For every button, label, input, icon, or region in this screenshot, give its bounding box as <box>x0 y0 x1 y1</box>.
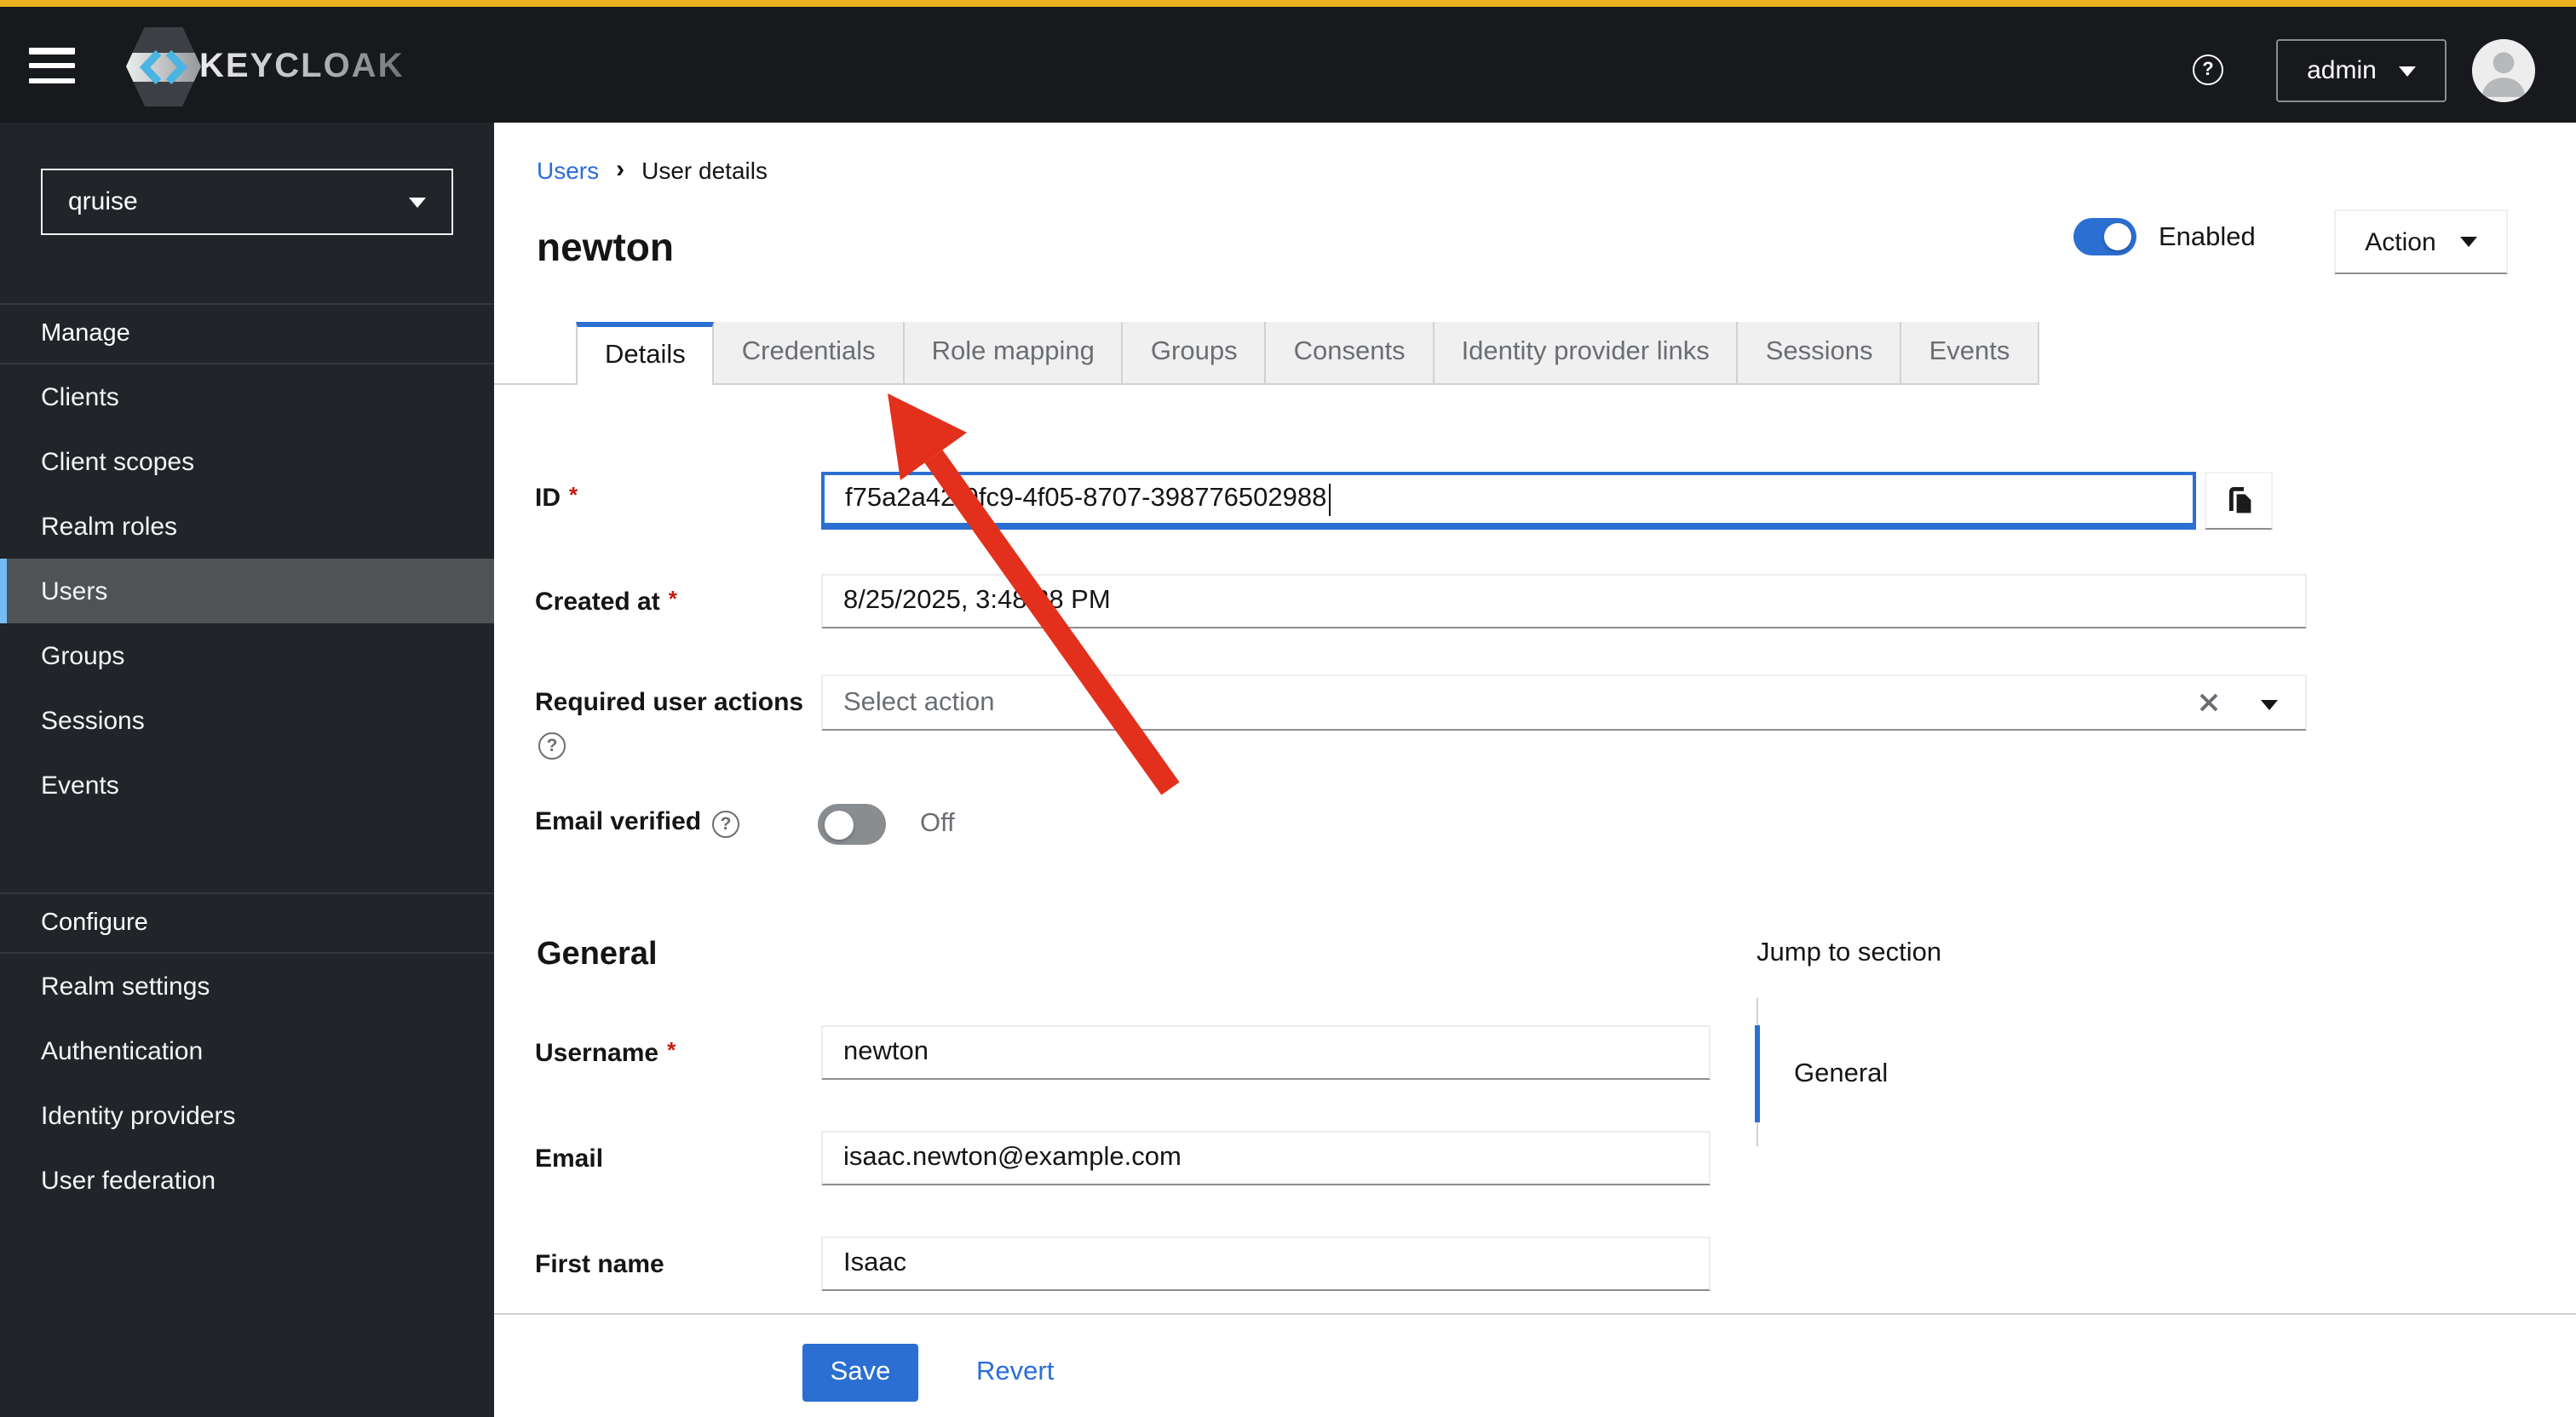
tab-sessions[interactable]: Sessions <box>1738 322 1902 385</box>
enabled-toggle[interactable] <box>2073 218 2136 255</box>
breadcrumb: Users › User details <box>537 157 768 184</box>
tab-identity-provider-links[interactable]: Identity provider links <box>1434 322 1739 385</box>
chevron-down-icon <box>2398 66 2416 76</box>
tab-credentials[interactable]: Credentials <box>714 322 905 385</box>
masthead: KEYCLOAK ? admin <box>0 0 2576 123</box>
breadcrumb-current: User details <box>641 157 768 184</box>
hamburger-menu-icon[interactable] <box>29 48 75 83</box>
created-at-field[interactable]: 8/25/2025, 3:48:28 PM <box>821 574 2307 628</box>
sidebar-item-user-federation[interactable]: User federation <box>0 1148 494 1213</box>
tab-bar: Details Credentials Role mapping Groups … <box>494 322 2039 385</box>
select-placeholder: Select action <box>843 687 995 716</box>
user-menu-label: admin <box>2307 56 2377 85</box>
email-verified-toggle[interactable] <box>818 804 886 845</box>
jump-section-active-indicator <box>1755 1025 1760 1122</box>
user-menu-dropdown[interactable]: admin <box>2276 39 2447 102</box>
sidebar-item-groups[interactable]: Groups <box>0 623 494 688</box>
email-label: Email <box>535 1144 604 1173</box>
realm-selector-value: qruise <box>68 187 138 216</box>
copy-icon <box>2228 486 2251 513</box>
sidebar-item-authentication[interactable]: Authentication <box>0 1018 494 1083</box>
sidebar-item-clients[interactable]: Clients <box>0 364 494 429</box>
general-section-heading: General <box>537 937 658 972</box>
id-label: ID * <box>535 482 578 513</box>
jump-to-section-heading: Jump to section <box>1757 938 1942 967</box>
email-verified-label: Email verified <box>535 807 702 836</box>
id-field[interactable]: f75a2a42-9fc9-4f05-8707-398776502988 <box>821 472 2196 530</box>
sidebar-item-realm-settings[interactable]: Realm settings <box>0 954 494 1018</box>
text-cursor <box>1328 483 1331 515</box>
keycloak-logo: KEYCLOAK <box>126 26 404 107</box>
required-user-actions-label: Required user actions <box>535 688 804 717</box>
keycloak-logo-chevrons-icon <box>139 49 188 84</box>
tab-details[interactable]: Details <box>576 322 715 385</box>
sidebar-item-users[interactable]: Users <box>0 559 494 623</box>
sidebar: qruise Manage Clients Client scopes Real… <box>0 123 494 1417</box>
question-circle-icon[interactable]: ? <box>538 732 566 760</box>
footer-divider <box>494 1313 2576 1315</box>
clear-selection-icon[interactable] <box>2198 691 2220 714</box>
sidebar-item-identity-providers[interactable]: Identity providers <box>0 1083 494 1148</box>
sidebar-item-realm-roles[interactable]: Realm roles <box>0 494 494 559</box>
help-icon[interactable]: ? <box>2193 54 2223 85</box>
keycloak-logo-hexagon-icon <box>126 26 201 106</box>
username-label: Username * <box>535 1037 676 1068</box>
tab-events[interactable]: Events <box>1901 322 2039 385</box>
breadcrumb-users-link[interactable]: Users <box>537 157 599 184</box>
first-name-field[interactable]: Isaac <box>821 1236 1711 1291</box>
enabled-label: Enabled <box>2159 223 2256 252</box>
tab-role-mapping[interactable]: Role mapping <box>904 322 1124 385</box>
copy-button[interactable] <box>2205 472 2273 530</box>
sidebar-item-sessions[interactable]: Sessions <box>0 688 494 753</box>
email-field[interactable]: isaac.newton@example.com <box>821 1131 1711 1185</box>
keycloak-wordmark: KEYCLOAK <box>199 47 405 84</box>
nav-section-manage: Manage <box>0 303 494 364</box>
question-circle-icon[interactable]: ? <box>712 811 739 838</box>
tab-bar-spacer <box>494 322 576 385</box>
required-user-actions-select[interactable]: Select action <box>821 674 2307 731</box>
chevron-down-icon <box>2459 237 2477 247</box>
tab-groups[interactable]: Groups <box>1123 322 1267 385</box>
action-dropdown-label: Action <box>2365 227 2436 256</box>
avatar[interactable] <box>2472 39 2535 102</box>
sidebar-item-client-scopes[interactable]: Client scopes <box>0 429 494 494</box>
action-dropdown[interactable]: Action <box>2334 209 2508 274</box>
realm-selector[interactable]: qruise <box>41 169 453 235</box>
breadcrumb-separator-icon: › <box>616 155 625 184</box>
tab-consents[interactable]: Consents <box>1266 322 1435 385</box>
chevron-down-icon <box>409 197 426 207</box>
keycloak-admin-console: KEYCLOAK ? admin qruise Manage Clients C… <box>0 0 2576 1417</box>
save-button[interactable]: Save <box>802 1344 918 1402</box>
avatar-person-icon <box>2472 39 2535 102</box>
sidebar-item-events[interactable]: Events <box>0 753 494 818</box>
nav-section-configure: Configure <box>0 892 494 954</box>
jump-item-general[interactable]: General <box>1794 1059 1888 1090</box>
email-verified-state: Off <box>920 809 955 838</box>
main-content: Users › User details newton Enabled Acti… <box>494 123 2576 1417</box>
chevron-down-icon[interactable] <box>2261 700 2278 710</box>
username-field[interactable]: newton <box>821 1025 1711 1080</box>
created-at-label: Created at * <box>535 586 677 617</box>
revert-button[interactable]: Revert <box>976 1357 1054 1388</box>
first-name-label: First name <box>535 1250 664 1279</box>
page-title: newton <box>537 225 674 269</box>
